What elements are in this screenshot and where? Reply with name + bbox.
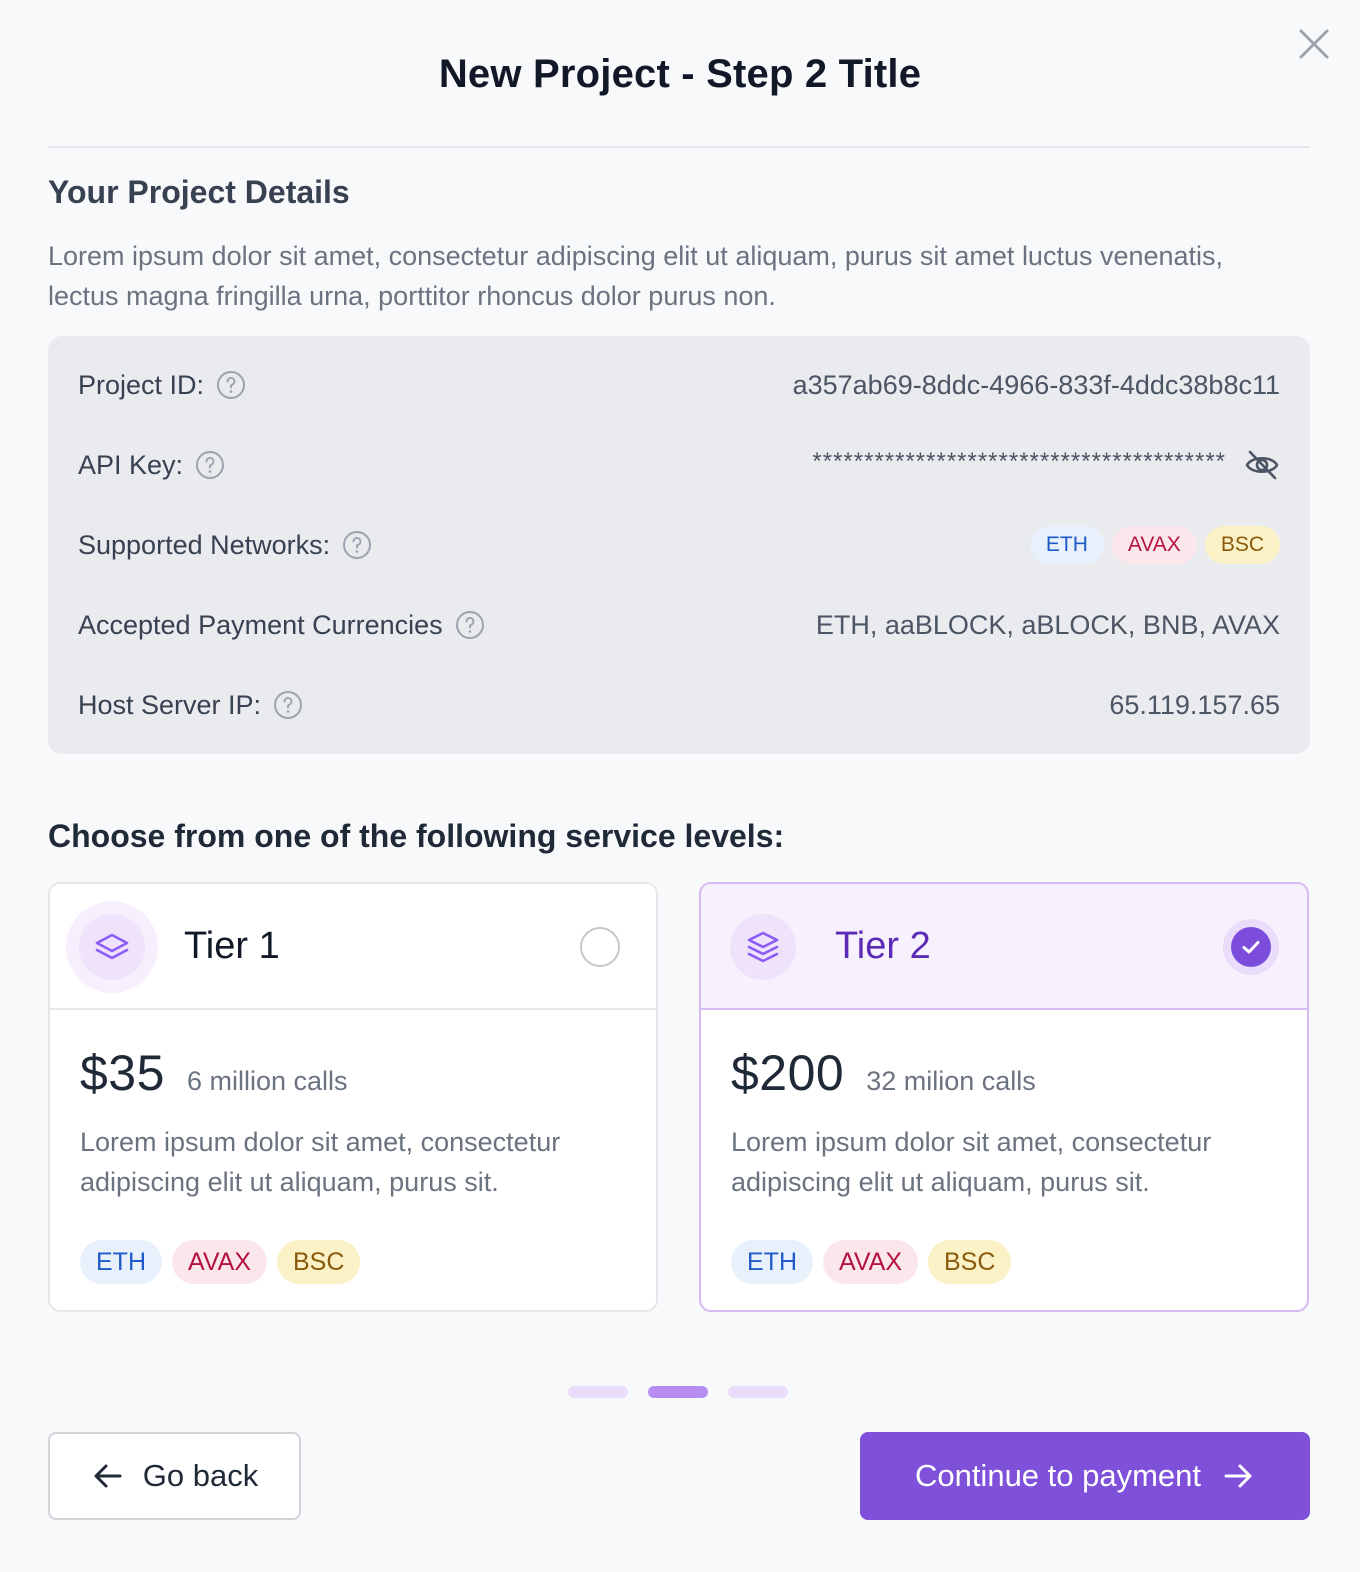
step-dot-2[interactable] [648, 1386, 708, 1398]
modal-title: New Project - Step 2 Title [438, 52, 922, 96]
help-icon[interactable] [195, 450, 225, 480]
help-icon[interactable] [273, 690, 303, 720]
help-icon[interactable] [455, 610, 485, 640]
step-indicator [568, 1386, 808, 1398]
project-id-value: a357ab69-8ddc-4966-833f-4ddc38b8c11 [792, 369, 1280, 400]
project-details-heading: Your Project Details [48, 174, 350, 210]
network-badge-avax: AVAX [823, 1240, 918, 1284]
host-server-ip-row: Host Server IP: 65.119.157.65 [78, 685, 1280, 725]
step-dot-3[interactable] [728, 1386, 788, 1398]
go-back-label: Go back [142, 1458, 259, 1493]
host-server-ip-value: 65.119.157.65 [1109, 689, 1280, 720]
network-badge-bsc: BSC [928, 1240, 1012, 1284]
supported-networks-label: Supported Networks: [78, 529, 331, 560]
arrow-right-icon [1224, 1464, 1252, 1488]
tier-1-header: Tier 1 [50, 884, 656, 1010]
payment-currencies-row: Accepted Payment Currencies ETH, aaBLOCK… [78, 605, 1280, 645]
host-server-ip-label: Host Server IP: [78, 689, 262, 720]
help-icon[interactable] [342, 530, 372, 560]
tier-1-price: $35 [80, 1045, 165, 1101]
project-details-panel: Project ID: a357ab69-8ddc-4966-833f-4ddc… [48, 336, 1310, 754]
network-badge-eth: ETH [80, 1240, 162, 1284]
service-levels-heading: Choose from one of the following service… [48, 818, 785, 854]
network-badge-avax: AVAX [1111, 526, 1197, 564]
tier-2-name: Tier 2 [835, 924, 931, 967]
payment-currencies-value: ETH, aaBLOCK, aBLOCK, BNB, AVAX [815, 609, 1280, 640]
tier-icon-badge [717, 901, 809, 993]
check-icon [1242, 941, 1260, 954]
network-badge-eth: ETH [1029, 526, 1104, 564]
project-id-row: Project ID: a357ab69-8ddc-4966-833f-4ddc… [78, 365, 1280, 405]
layers-icon [95, 933, 129, 960]
tier-1-badges: ETH AVAX BSC [80, 1240, 370, 1284]
continue-to-payment-button[interactable]: Continue to payment [860, 1432, 1310, 1520]
step-dot-1[interactable] [568, 1386, 628, 1398]
tier-1-radio[interactable] [580, 927, 620, 967]
tier-1-description: Lorem ipsum dolor sit amet, consectetur … [80, 1127, 561, 1197]
tier-2-price: $200 [731, 1045, 845, 1101]
payment-currencies-label: Accepted Payment Currencies [78, 609, 443, 640]
go-back-button[interactable]: Go back [48, 1432, 301, 1520]
project-details-description: Lorem ipsum dolor sit amet, consectetur … [48, 241, 1224, 311]
api-key-label: API Key: [78, 449, 184, 480]
header-divider [48, 146, 1310, 148]
tier-1-card[interactable]: Tier 1 $35 6 million calls Lorem ipsum d… [48, 882, 658, 1312]
tier-2-card[interactable]: Tier 2 $200 32 milion calls Lorem ipsum … [699, 882, 1309, 1312]
network-badge-bsc: BSC [277, 1240, 361, 1284]
tier-icon-badge [66, 901, 158, 993]
tier-2-description: Lorem ipsum dolor sit amet, consectetur … [731, 1127, 1212, 1197]
tier-2-selected-check[interactable] [1223, 919, 1279, 975]
api-key-value: **************************************** [812, 448, 1226, 475]
stack-icon [747, 931, 779, 963]
tier-1-name: Tier 1 [184, 924, 280, 967]
network-badge-avax: AVAX [172, 1240, 267, 1284]
tier-2-badges: ETH AVAX BSC [731, 1240, 1021, 1284]
network-badge-eth: ETH [731, 1240, 813, 1284]
project-id-label: Project ID: [78, 369, 205, 400]
api-key-row: API Key: *******************************… [78, 445, 1280, 485]
tier-2-calls: 32 milion calls [866, 1066, 1036, 1096]
tier-1-calls: 6 million calls [186, 1066, 348, 1096]
supported-networks-row: Supported Networks: ETH AVAX BSC [78, 525, 1280, 565]
continue-label: Continue to payment [914, 1458, 1202, 1493]
help-icon[interactable] [216, 370, 246, 400]
arrow-left-icon [94, 1464, 122, 1488]
eye-slash-icon[interactable] [1244, 447, 1280, 483]
network-badge-bsc: BSC [1204, 526, 1280, 564]
tier-2-header: Tier 2 [701, 884, 1307, 1010]
